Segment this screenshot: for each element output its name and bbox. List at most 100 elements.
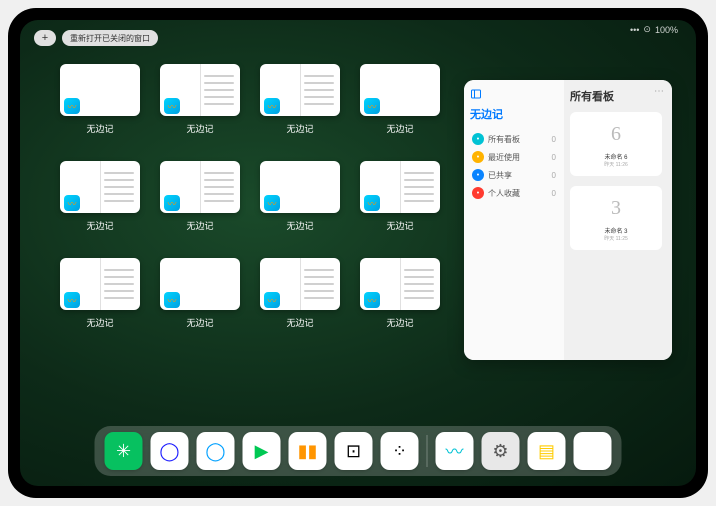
freeform-app-icon [364, 292, 380, 308]
board-preview: 3 [598, 190, 634, 226]
board-card[interactable]: 6未命名 6昨天 11:26 [570, 112, 662, 176]
window-thumb[interactable]: 无边记 [360, 161, 440, 232]
sidebar-panel: ⋯ 无边记 •所有看板0•最近使用0•已共享0•个人收藏0 所有看板 6未命名 … [464, 80, 672, 360]
freeform-app-icon [64, 292, 80, 308]
window-thumb[interactable]: 无边记 [260, 258, 340, 329]
thumb-label: 无边记 [86, 316, 113, 329]
screen: ••• ⊙ 100% + 重新打开已关闭的窗口 无边记无边记无边记无边记无边记无… [20, 20, 696, 486]
books-icon[interactable]: ▮▮ [289, 432, 327, 470]
thumb-preview [160, 258, 240, 310]
freeform-app-icon [264, 292, 280, 308]
panel-content: 所有看板 6未命名 6昨天 11:26 3未命名 3昨天 11:25 [564, 80, 672, 360]
thumb-preview [360, 161, 440, 213]
wechat-icon[interactable]: ✳ [105, 432, 143, 470]
window-thumb[interactable]: 无边记 [360, 258, 440, 329]
thumb-preview [60, 258, 140, 310]
thumb-label: 无边记 [286, 316, 313, 329]
notes-icon[interactable]: ▤ [528, 432, 566, 470]
window-thumb[interactable]: 无边记 [60, 64, 140, 135]
app-blue-q-icon[interactable]: ◯ [197, 432, 235, 470]
battery-indicator: 100% [655, 25, 678, 35]
app-play-icon[interactable]: ▶ [243, 432, 281, 470]
app-blue-circle-icon[interactable]: ◯ [151, 432, 189, 470]
top-toolbar: + 重新打开已关闭的窗口 [34, 30, 158, 46]
sidebar-item-label: 已共享 [488, 170, 512, 181]
window-thumb[interactable]: 无边记 [60, 161, 140, 232]
thumb-label: 无边记 [186, 219, 213, 232]
sidebar-item-count: 0 [552, 189, 556, 198]
window-thumb[interactable]: 无边记 [360, 64, 440, 135]
app-nodes-icon[interactable]: ⁘ [381, 432, 419, 470]
freeform-app-icon [364, 195, 380, 211]
thumb-label: 无边记 [386, 122, 413, 135]
board-card[interactable]: 3未命名 3昨天 11:25 [570, 186, 662, 250]
dock-divider [427, 435, 428, 467]
sidebar-item-count: 0 [552, 171, 556, 180]
freeform-app-icon [264, 195, 280, 211]
window-thumb[interactable]: 无边记 [160, 64, 240, 135]
sidebar-item-count: 0 [552, 153, 556, 162]
panel-title: 无边记 [470, 106, 558, 122]
thumb-preview [160, 161, 240, 213]
sidebar-item[interactable]: • 最近使用 0 [470, 148, 558, 166]
thumb-preview [260, 161, 340, 213]
board-date: 昨天 11:25 [604, 235, 628, 242]
thumb-label: 无边记 [86, 122, 113, 135]
dock: ✳◯◯▶▮▮⊡⁘〰⚙▤ [95, 426, 622, 476]
sidebar-item-label: 所有看板 [488, 134, 520, 145]
thumb-preview [360, 64, 440, 116]
app-dice-icon[interactable]: ⊡ [335, 432, 373, 470]
thumb-label: 无边记 [286, 122, 313, 135]
reopen-closed-window-button[interactable]: 重新打开已关闭的窗口 [62, 30, 158, 46]
thumb-label: 无边记 [286, 219, 313, 232]
freeform-app-icon [364, 98, 380, 114]
window-thumb[interactable]: 无边记 [160, 161, 240, 232]
thumb-preview [260, 64, 340, 116]
status-bar: ••• ⊙ 100% [630, 24, 678, 35]
thumb-preview [260, 258, 340, 310]
thumb-label: 无边记 [86, 219, 113, 232]
wifi-icon: ⊙ [643, 24, 651, 35]
thumb-preview [60, 64, 140, 116]
settings-icon[interactable]: ⚙ [482, 432, 520, 470]
thumb-label: 无边记 [386, 316, 413, 329]
board-name: 未命名 3 [604, 226, 627, 235]
board-name: 未命名 6 [604, 152, 627, 161]
sidebar-item-count: 0 [552, 135, 556, 144]
more-icon[interactable]: ⋯ [654, 86, 664, 97]
window-thumbnails-grid: 无边记无边记无边记无边记无边记无边记无边记无边记无边记无边记无边记无边记 [60, 64, 440, 329]
new-window-button[interactable]: + [34, 30, 56, 46]
thumb-preview [60, 161, 140, 213]
window-thumb[interactable]: 无边记 [160, 258, 240, 329]
category-icon: • [472, 187, 484, 199]
thumb-label: 无边记 [386, 219, 413, 232]
board-preview: 6 [598, 116, 634, 152]
signal-icon: ••• [630, 25, 639, 35]
freeform-app-icon [264, 98, 280, 114]
window-thumb[interactable]: 无边记 [260, 64, 340, 135]
ipad-frame: ••• ⊙ 100% + 重新打开已关闭的窗口 无边记无边记无边记无边记无边记无… [8, 8, 708, 498]
sidebar-item-label: 个人收藏 [488, 188, 520, 199]
freeform-app-icon [164, 195, 180, 211]
sidebar-item-label: 最近使用 [488, 152, 520, 163]
board-date: 昨天 11:26 [604, 161, 628, 168]
app-library-icon[interactable] [574, 432, 612, 470]
category-icon: • [472, 151, 484, 163]
category-icon: • [472, 169, 484, 181]
sidebar-item[interactable]: • 所有看板 0 [470, 130, 558, 148]
thumb-preview [160, 64, 240, 116]
thumb-label: 无边记 [186, 122, 213, 135]
window-thumb[interactable]: 无边记 [60, 258, 140, 329]
freeform-app-icon [164, 292, 180, 308]
panel-right-title: 所有看板 [570, 88, 666, 104]
freeform-app-icon [64, 195, 80, 211]
sidebar-item[interactable]: • 已共享 0 [470, 166, 558, 184]
freeform-app-icon [164, 98, 180, 114]
thumb-label: 无边记 [186, 316, 213, 329]
sidebar-item[interactable]: • 个人收藏 0 [470, 184, 558, 202]
thumb-preview [360, 258, 440, 310]
panel-sidebar: 无边记 • 所有看板 0 • 最近使用 0 • 已共享 0 • 个人收藏 0 [464, 80, 564, 360]
freeform-icon[interactable]: 〰 [436, 432, 474, 470]
window-thumb[interactable]: 无边记 [260, 161, 340, 232]
category-icon: • [472, 133, 484, 145]
